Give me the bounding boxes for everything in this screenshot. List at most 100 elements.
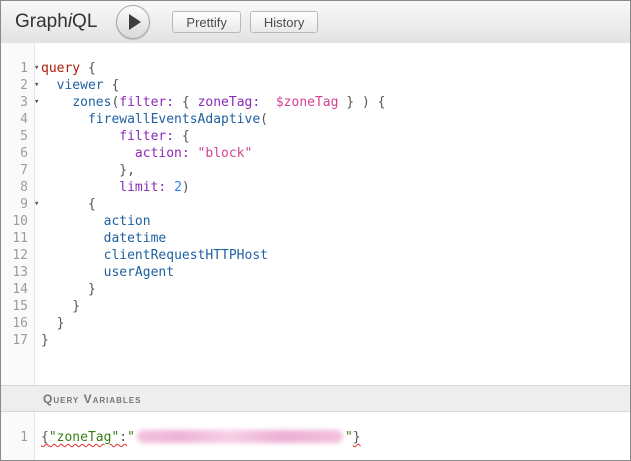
code-line[interactable]: 1 ▾query {	[1, 60, 630, 77]
token-pn	[41, 95, 72, 110]
token-pn: {	[41, 430, 49, 445]
query-variables-editor[interactable]: 1{"zoneTag":""}	[1, 412, 630, 460]
line-number: 11	[1, 230, 28, 247]
code-text: }	[41, 332, 630, 349]
graphiql-window: GraphiQL Prettify History 1▾query {2▾ vi…	[0, 0, 631, 461]
query-editor-lines: 1▾query {2▾ viewer {3▾ zones(filter: { z…	[1, 43, 630, 349]
token-pn: {	[104, 78, 120, 93]
token-prop: action	[104, 214, 151, 229]
code-text: },	[41, 162, 630, 179]
token-pn	[41, 180, 119, 195]
code-line[interactable]: 5 filter: {	[1, 128, 630, 145]
history-button[interactable]: History	[250, 11, 318, 33]
token-key: "	[345, 430, 353, 445]
code-text: }	[41, 281, 630, 298]
query-variables-titlebar[interactable]: Query Variables	[1, 385, 630, 412]
code-line[interactable]: 9 ▾ {	[1, 196, 630, 213]
code-text: }	[41, 315, 630, 332]
prettify-button[interactable]: Prettify	[172, 11, 240, 33]
play-icon	[129, 14, 141, 30]
code-line[interactable]: 4 firewallEventsAdaptive(	[1, 111, 630, 128]
line-number: 8	[1, 179, 28, 196]
token-attr: action:	[135, 146, 190, 161]
line-number: 6	[1, 145, 28, 162]
token-num: 2	[174, 180, 182, 195]
code-text: userAgent	[41, 264, 630, 281]
token-pn	[41, 112, 88, 127]
token-pn	[190, 146, 198, 161]
token-pn: } ) {	[338, 95, 385, 110]
token-pn	[41, 265, 104, 280]
line-number: 2	[1, 77, 28, 94]
code-line[interactable]: 13 userAgent	[1, 264, 630, 281]
line-number: 13	[1, 264, 28, 281]
code-text: viewer {	[41, 77, 630, 94]
code-line[interactable]: 11 datetime	[1, 230, 630, 247]
token-attr: filter:	[119, 129, 174, 144]
code-line[interactable]: 14 }	[1, 281, 630, 298]
token-pn	[260, 95, 276, 110]
line-number: 7	[1, 162, 28, 179]
line-number: 1	[1, 429, 28, 446]
code-text: {	[41, 196, 630, 213]
code-text: action: "block"	[41, 145, 630, 162]
logo-text: Graph	[15, 11, 68, 32]
token-pn: }	[353, 430, 361, 445]
query-editor[interactable]: 1▾query {2▾ viewer {3▾ zones(filter: { z…	[1, 43, 630, 385]
code-line[interactable]: 10 action	[1, 213, 630, 230]
token-attr: limit:	[119, 180, 166, 195]
code-line[interactable]: 2 ▾ viewer {	[1, 77, 630, 94]
token-prop: clientRequestHTTPHost	[104, 248, 268, 263]
token-prop: firewallEventsAdaptive	[88, 112, 260, 127]
token-pn: )	[182, 180, 190, 195]
token-prop: datetime	[104, 231, 167, 246]
execute-query-button[interactable]	[116, 5, 150, 39]
toolbar: GraphiQL Prettify History	[1, 1, 630, 44]
token-kw: query	[41, 61, 80, 76]
token-pn: }	[41, 316, 64, 331]
line-number: 17	[1, 332, 28, 349]
token-pn: },	[41, 163, 135, 178]
fold-arrow-icon[interactable]: ▾	[34, 60, 42, 77]
line-number: 15	[1, 298, 28, 315]
redacted-zone-id-value	[137, 430, 343, 443]
line-number: 12	[1, 247, 28, 264]
code-text: query {	[41, 60, 630, 77]
token-pn: {	[41, 197, 96, 212]
code-line[interactable]: 12 clientRequestHTTPHost	[1, 247, 630, 264]
token-pn: (	[260, 112, 268, 127]
code-line[interactable]: 3▾ zones(filter: { zoneTag: $zoneTag } )…	[1, 94, 630, 111]
token-pn: {	[174, 129, 190, 144]
fold-arrow-icon[interactable]: ▾	[34, 77, 42, 94]
token-prop: userAgent	[104, 265, 174, 280]
code-line[interactable]: 1{"zoneTag":""}	[1, 429, 630, 446]
code-text: clientRequestHTTPHost	[41, 247, 630, 264]
code-line[interactable]: 16 }	[1, 315, 630, 332]
code-text: filter: {	[41, 128, 630, 145]
code-line[interactable]: 6 action: "block"	[1, 145, 630, 162]
token-pn	[166, 180, 174, 195]
fold-arrow-icon[interactable]: ▾	[34, 196, 42, 213]
line-number: 5	[1, 128, 28, 145]
token-attr: zoneTag:	[198, 95, 261, 110]
token-key: "	[127, 430, 135, 445]
code-text: datetime	[41, 230, 630, 247]
code-line[interactable]: 7 },	[1, 162, 630, 179]
query-variables-title: Query Variables	[43, 392, 142, 406]
fold-arrow-icon[interactable]: ▾	[34, 94, 42, 111]
code-text: action	[41, 213, 630, 230]
line-number: 3	[1, 94, 28, 111]
line-number: 9	[1, 196, 28, 213]
code-line[interactable]: 8 limit: 2)	[1, 179, 630, 196]
token-pn: }	[41, 299, 80, 314]
line-number: 4	[1, 111, 28, 128]
token-pn: }	[41, 333, 49, 348]
code-line[interactable]: 17}	[1, 332, 630, 349]
line-number: 1	[1, 60, 28, 77]
code-line[interactable]: 15 }	[1, 298, 630, 315]
token-prop: viewer	[57, 78, 104, 93]
token-pn	[41, 129, 119, 144]
token-attr: filter:	[119, 95, 174, 110]
variables-editor-lines: 1{"zoneTag":""}	[1, 412, 630, 446]
token-pn	[41, 231, 104, 246]
